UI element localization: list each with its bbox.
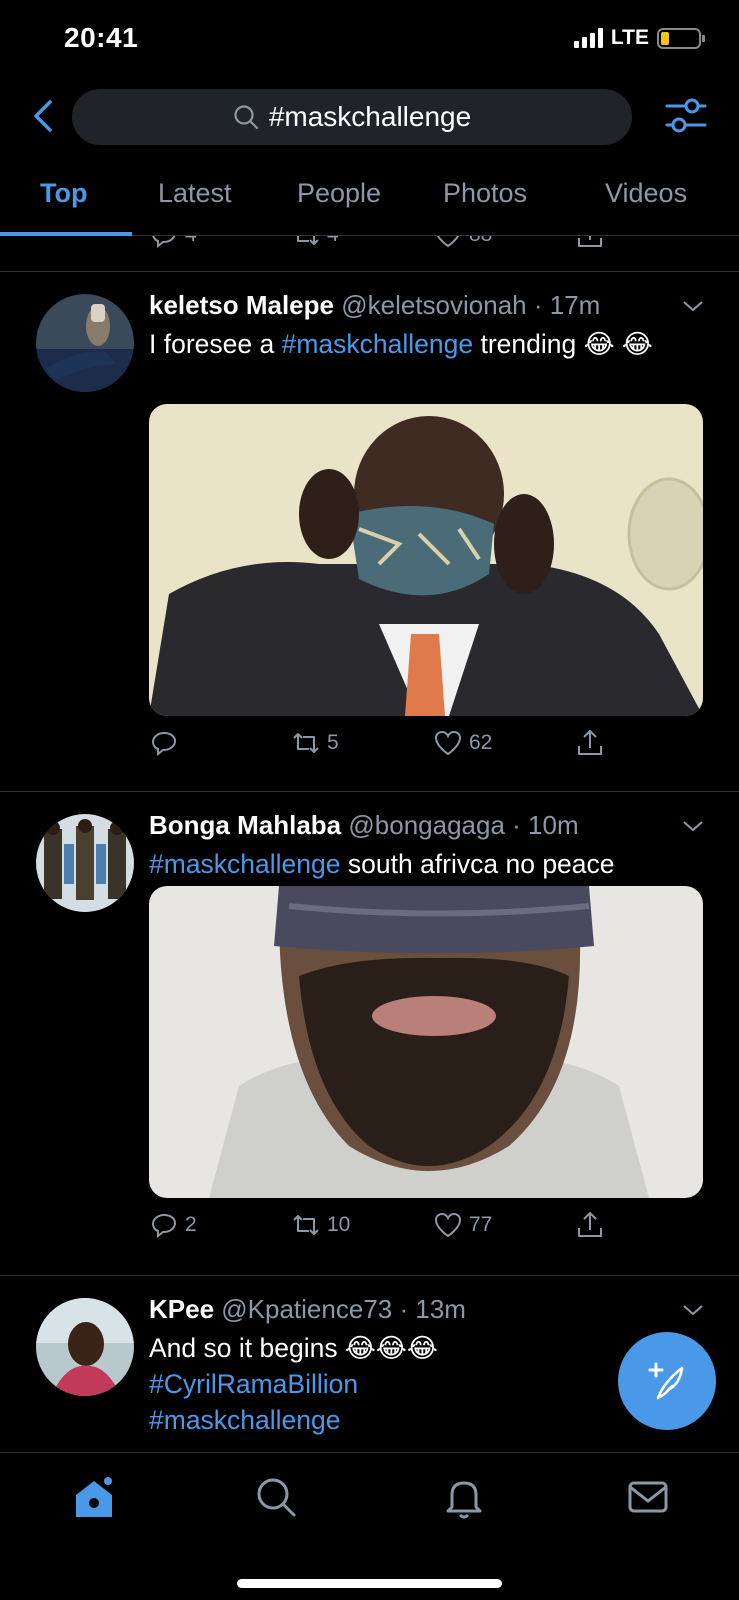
share-icon (578, 236, 602, 247)
tweet-feed[interactable]: 4 4 88 kelets (0, 236, 739, 1452)
home-indicator[interactable] (237, 1579, 502, 1588)
tweet-actions: 5 62 (149, 728, 629, 768)
author-name[interactable]: keletso Malepe (149, 290, 334, 320)
tweet[interactable]: Bonga Mahlaba @bongagaga · 10m #maskchal… (0, 792, 739, 1276)
retweet-button[interactable]: 10 (291, 1210, 350, 1240)
tweet-header: KPee @Kpatience73 · 13m (149, 1294, 466, 1324)
tab-photos[interactable]: Photos (443, 178, 527, 209)
avatar[interactable] (36, 1298, 134, 1396)
retweet-icon (297, 236, 319, 245)
reply-icon (151, 1213, 177, 1239)
tweet-text: #maskchallenge south afrivca no peace (149, 849, 615, 879)
chevron-down-icon[interactable] (681, 818, 705, 834)
tab-latest[interactable]: Latest (158, 178, 232, 209)
retweet-count: 10 (327, 1213, 351, 1236)
retweet-icon (293, 1215, 319, 1235)
reply-icon (152, 236, 176, 249)
reply-button[interactable] (149, 728, 185, 758)
like-count: 88 (469, 236, 492, 247)
reply-button[interactable]: 4 (149, 236, 197, 250)
filter-settings-icon[interactable] (665, 96, 707, 136)
author-handle: @keletsovionah (341, 290, 527, 320)
network-label: LTE (610, 26, 649, 49)
hashtag-link[interactable]: #maskchallenge (149, 849, 341, 879)
like-button[interactable]: 88 (433, 236, 492, 250)
back-arrow-icon[interactable] (28, 96, 58, 136)
tab-top[interactable]: Top (40, 178, 87, 209)
avatar[interactable] (36, 814, 134, 912)
search-query: #maskchallenge (268, 101, 472, 132)
tweet-time: 10m (528, 810, 579, 840)
retweet-icon (293, 733, 319, 753)
reply-count: 4 (185, 236, 197, 247)
status-bar: 20:41 LTE (0, 0, 739, 80)
author-name[interactable]: KPee (149, 1294, 214, 1324)
share-icon (578, 730, 602, 755)
search-icon (234, 105, 258, 130)
like-count: 77 (469, 1213, 493, 1236)
avatar[interactable] (36, 294, 134, 392)
tweet[interactable]: keletso Malepe @keletsovionah · 17m I fo… (0, 272, 739, 792)
author-handle: @Kpatience73 (221, 1294, 393, 1324)
tab-videos[interactable]: Videos (605, 178, 687, 209)
retweet-count: 5 (327, 731, 339, 754)
like-button[interactable]: 62 (433, 728, 492, 758)
previous-tweet-actions: 4 4 88 (0, 236, 739, 272)
search-tabs: Top Latest People Photos Videos (0, 166, 739, 236)
search-icon[interactable] (252, 1473, 300, 1521)
heart-icon (434, 1212, 462, 1238)
tweet-actions: 2 10 77 (149, 1210, 629, 1250)
mail-icon[interactable] (624, 1473, 672, 1521)
heart-icon (434, 730, 462, 756)
status-indicators: LTE (573, 26, 705, 50)
signal-icon (573, 28, 603, 48)
tweet-image[interactable] (149, 404, 703, 716)
chevron-down-icon[interactable] (681, 298, 705, 314)
share-button[interactable] (575, 728, 605, 758)
hashtag-link[interactable]: #CyrilRamaBillion (149, 1366, 689, 1402)
share-icon (578, 1212, 602, 1237)
like-count: 62 (469, 731, 493, 754)
tweet-time: 13m (415, 1294, 466, 1324)
author-handle: @bongagaga (348, 810, 505, 840)
hashtag-link[interactable]: #maskchallenge (149, 1402, 689, 1438)
bell-icon[interactable] (440, 1473, 488, 1521)
search-header: #maskchallenge (0, 86, 739, 148)
tweet-image[interactable] (149, 886, 703, 1198)
battery-icon (657, 27, 705, 49)
tweet-text: I foresee a #maskchallenge trending 😂 😂 (149, 329, 653, 359)
reply-button[interactable]: 2 (149, 1210, 197, 1240)
like-button[interactable]: 77 (433, 1210, 492, 1240)
home-icon[interactable] (70, 1473, 118, 1521)
tab-people[interactable]: People (297, 178, 381, 209)
compose-tweet-icon (648, 1362, 684, 1400)
status-time: 20:41 (64, 22, 139, 53)
retweet-button[interactable]: 5 (291, 728, 339, 758)
share-button[interactable] (575, 236, 605, 250)
tweet-header: Bonga Mahlaba @bongagaga · 10m (149, 810, 579, 840)
tweet-header: keletso Malepe @keletsovionah · 17m (149, 290, 601, 320)
share-button[interactable] (575, 1210, 605, 1240)
search-input[interactable]: #maskchallenge (72, 89, 632, 145)
bottom-navigation (0, 1452, 739, 1600)
author-name[interactable]: Bonga Mahlaba (149, 810, 341, 840)
retweet-count: 4 (327, 236, 339, 247)
retweet-button[interactable]: 4 (291, 236, 339, 250)
hashtag-link[interactable]: #maskchallenge (282, 329, 474, 359)
tweet-text: And so it begins 😂😂😂 #CyrilRamaBillion #… (149, 1330, 689, 1438)
reply-count: 2 (185, 1213, 197, 1236)
chevron-down-icon[interactable] (681, 1302, 705, 1318)
heart-icon (436, 236, 460, 248)
reply-icon (151, 731, 177, 757)
tweet-time: 17m (549, 290, 601, 320)
compose-tweet-button[interactable] (618, 1332, 716, 1430)
